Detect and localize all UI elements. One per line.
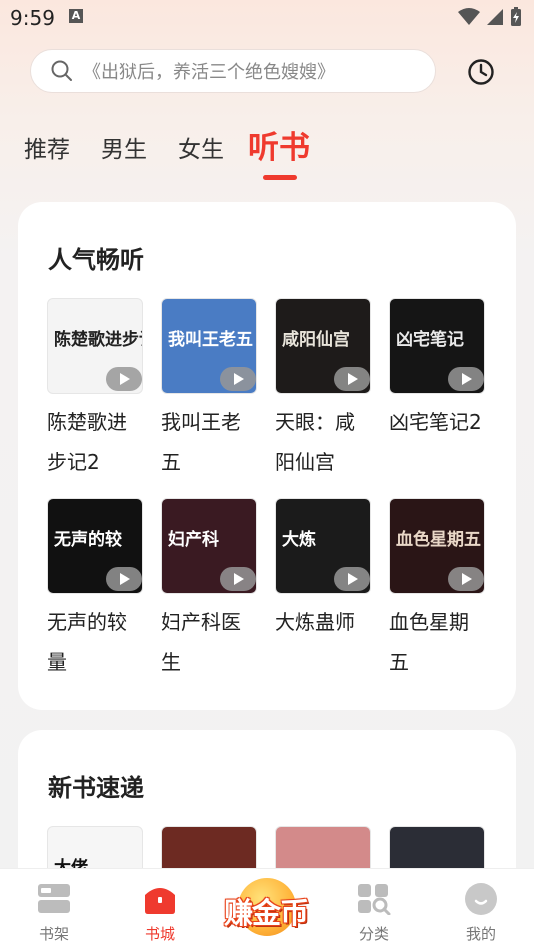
cover-title-text: 无声的较 [54,530,122,550]
nav-label: 分类 [358,925,389,943]
search-placeholder: 《出狱后，养活三个绝色嫂嫂》 [83,62,335,83]
earn-coins-label: 赚金币 [223,896,309,930]
search-icon [51,60,72,81]
tab-recommend[interactable]: 推荐 [24,130,70,164]
book-item[interactable]: 陈楚歌进步记陈楚歌进步记2 [47,298,145,482]
book-item[interactable]: 我叫王老五 我叫王老五 [161,298,259,482]
book-cover[interactable]: 妇产科 [161,498,257,594]
cell-signal-icon [487,9,503,25]
section-title: 新书速递 [48,774,144,802]
book-title: 我叫王老五 [161,410,241,474]
book-title: 大炼蛊师 [275,610,355,634]
store-home-icon [145,888,175,914]
nav-label: 我的 [465,925,496,943]
cover-title-text: 妇产科 [168,530,219,550]
system-icons [458,7,522,27]
popular-section: 人气畅听 陈楚歌进步记陈楚歌进步记2我叫王老五我叫王老五咸阳仙宫天眼：咸阳仙宫凶… [18,202,516,710]
status-time: 9:59 [10,6,55,30]
book-title: 无声的较量 [47,610,127,674]
book-cover[interactable]: 陈楚歌进步记 [47,298,143,394]
cover-title-text: 我叫王老五 [168,330,253,350]
tab-female[interactable]: 女生 [178,130,224,164]
play-icon[interactable] [220,567,256,591]
play-icon[interactable] [334,567,370,591]
tab-male[interactable]: 男生 [101,130,147,164]
book-cover[interactable]: 大炼 [275,498,371,594]
play-icon[interactable] [448,367,484,391]
book-title: 妇产科医生 [161,610,241,674]
play-icon[interactable] [448,567,484,591]
cover-title-text: 凶宅笔记 [396,330,464,350]
play-icon[interactable] [106,367,142,391]
active-tab-indicator [263,175,297,180]
cover-title-text: 咸阳仙宫 [282,330,350,350]
book-cover[interactable]: 咸阳仙宫 [275,298,371,394]
nav-label: 书城 [144,925,175,943]
book-item[interactable]: 咸阳仙宫天眼：咸阳仙宫 [275,298,373,482]
book-cover[interactable]: 无声的较 [47,498,143,594]
book-item[interactable]: 血色星期五 血色星期五 [389,498,487,682]
battery-icon [511,7,521,26]
section-title: 人气畅听 [48,246,144,274]
cover-title-text: 陈楚歌进步记 [54,330,142,350]
book-item[interactable]: 凶宅笔记凶宅笔记2 [389,298,487,442]
book-title: 陈楚歌进步记2 [47,410,127,474]
book-cover[interactable]: 我叫王老五 [161,298,257,394]
book-cover[interactable]: 凶宅笔记 [389,298,485,394]
search-bar[interactable]: 《出狱后，养活三个绝色嫂嫂》 [30,49,436,93]
cover-title-text: 大炼 [282,530,316,550]
book-title: 天眼：咸阳仙宫 [275,410,355,474]
status-bar: 9:59 A [0,0,534,36]
bookshelf-icon [38,884,70,913]
wifi-icon [458,8,480,25]
notification-a-icon: A [69,9,83,23]
nav-label: 书架 [38,925,69,943]
book-item[interactable]: 妇产科妇产科医生 [161,498,259,682]
earn-coins-button[interactable]: 赚金币 [222,878,310,940]
profile-icon [465,883,497,915]
cover-title-text: 血色星期五 [396,530,481,550]
play-icon[interactable] [334,367,370,391]
book-cover[interactable]: 血色星期五 [389,498,485,594]
tab-audiobook[interactable]: 听书 [248,122,310,167]
history-clock-icon[interactable] [467,58,495,86]
play-icon[interactable] [220,367,256,391]
book-title: 凶宅笔记2 [389,410,482,434]
book-item[interactable]: 无声的较 无声的较量 [47,498,145,682]
category-grid-icon [358,884,391,915]
play-icon[interactable] [106,567,142,591]
book-title: 血色星期五 [389,610,469,674]
book-item[interactable]: 大炼大炼蛊师 [275,498,373,642]
